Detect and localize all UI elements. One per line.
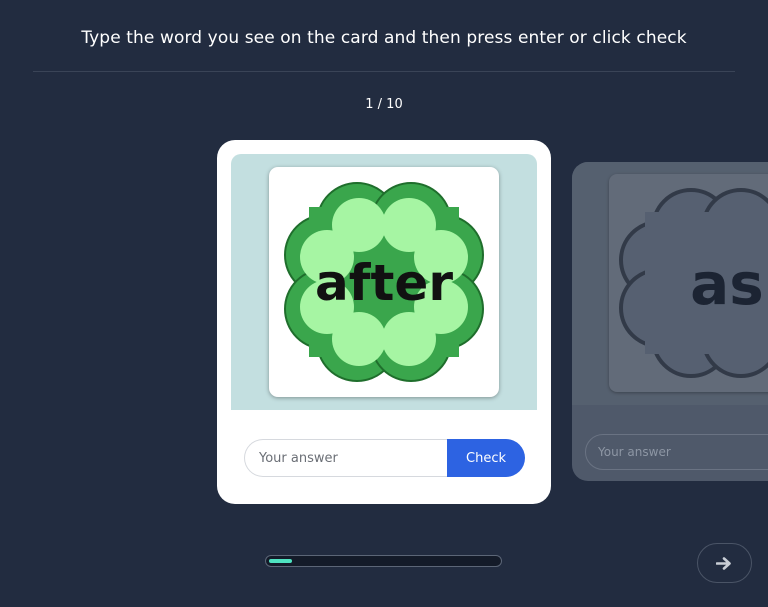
- progress-bar: [265, 555, 502, 567]
- instruction-text: Type the word you see on the card and th…: [81, 28, 687, 48]
- card-image-area: after: [231, 154, 537, 410]
- next-card-image-area: as: [572, 162, 768, 405]
- four-leaf-clover-icon: as: [619, 188, 768, 378]
- card-counter: 1 / 10: [365, 97, 403, 112]
- next-word-tile: as: [609, 174, 768, 392]
- progress-bar-fill: [269, 559, 292, 563]
- answer-form: Check: [244, 439, 525, 477]
- word-tile: after: [269, 167, 499, 397]
- next-flashcard-preview: as Your answer: [572, 162, 768, 481]
- arrow-right-icon: [716, 557, 731, 570]
- current-flashcard: after Check: [217, 140, 551, 504]
- card-word: after: [315, 254, 453, 312]
- check-button[interactable]: Check: [447, 439, 525, 477]
- answer-input[interactable]: [244, 439, 464, 477]
- next-answer-input: Your answer: [585, 434, 768, 470]
- next-card-word: as: [690, 250, 764, 318]
- header-divider: [33, 71, 735, 72]
- word-practice-screen: Type the word you see on the card and th…: [0, 0, 768, 607]
- next-card-button[interactable]: [697, 543, 752, 583]
- four-leaf-clover-icon: after: [284, 182, 484, 382]
